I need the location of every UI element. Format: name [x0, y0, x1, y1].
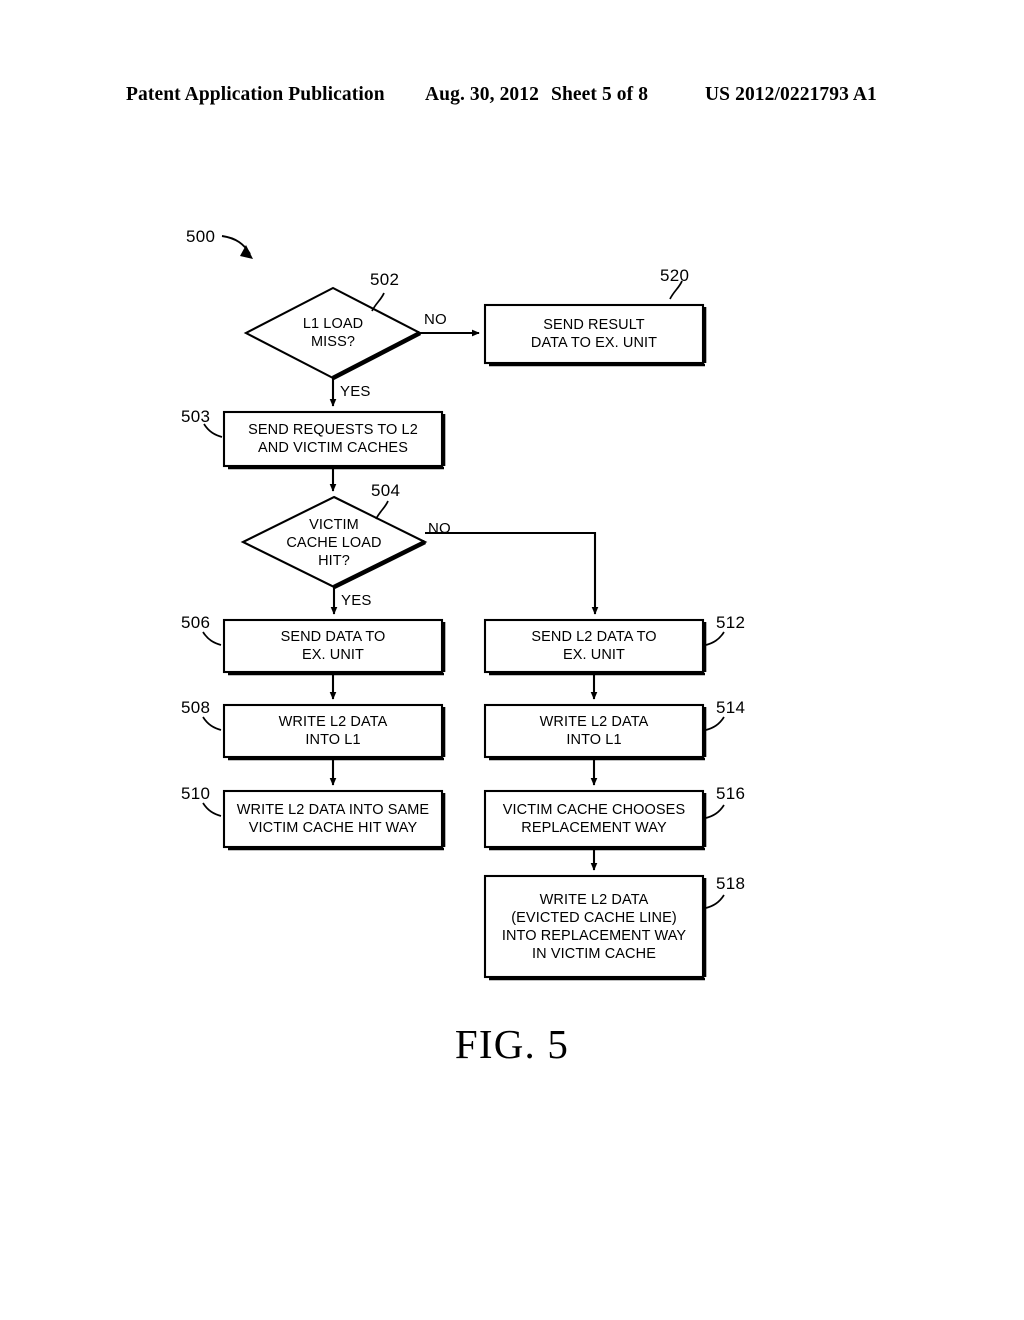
node-508-shape [222, 703, 444, 759]
node-503-shape [222, 410, 444, 468]
ref-numeral-504: 504 [371, 481, 401, 500]
node-512-shadow [489, 622, 707, 676]
ref-numeral-508: 508 [181, 698, 211, 717]
ref-504-leader [375, 500, 389, 520]
node-502-shape [243, 286, 423, 380]
ref-508-leader [202, 716, 222, 731]
ref-518-leader [705, 894, 725, 909]
node-514-shape [483, 703, 705, 759]
ref-numeral-518: 518 [716, 874, 746, 893]
flowchart-vector-layer [202, 235, 725, 981]
edge-label-502-yes: YES [340, 383, 371, 400]
node-512-shape [483, 618, 705, 674]
node-508-shadow [228, 707, 446, 761]
node-518-shadow [489, 878, 707, 981]
edge-label-504-yes: YES [341, 592, 372, 609]
node-504-shadow-edge [332, 539, 427, 590]
edge-label-502-no: NO [424, 311, 447, 328]
ref-numeral-512: 512 [716, 613, 746, 632]
ref-numeral-506: 506 [181, 613, 211, 632]
ref-516-leader [705, 804, 725, 819]
node-502-shadow-edge [331, 330, 422, 381]
node-514-shadow [489, 707, 707, 761]
edge-label-504-no: NO [428, 520, 451, 537]
ref-numeral-503: 503 [181, 407, 211, 426]
ref-numeral-500: 500 [186, 227, 216, 246]
ref-510-leader [202, 802, 222, 817]
node-506-shadow [228, 622, 446, 676]
figure-caption: FIG. 5 [454, 1021, 570, 1067]
ref-500-arrowhead [240, 245, 253, 259]
node-516-shape [483, 789, 705, 849]
node-506-shape [222, 618, 444, 674]
ref-numeral-510: 510 [181, 784, 211, 803]
figure-500-flowchart: L1 LOAD MISS? SEND RESULT DATA TO EX. UN… [0, 0, 1024, 1320]
node-503-shadow [228, 414, 446, 470]
ref-502-leader [371, 292, 385, 312]
ref-numeral-514: 514 [716, 698, 746, 717]
node-510-shadow [228, 793, 446, 851]
ref-506-leader [202, 631, 222, 646]
node-510-shape [222, 789, 444, 849]
ref-numeral-520: 520 [660, 266, 690, 285]
node-504-shape [240, 495, 428, 589]
edge-504-no [425, 531, 599, 615]
ref-numeral-516: 516 [716, 784, 746, 803]
node-520-shadow [489, 307, 707, 367]
ref-512-leader [705, 631, 725, 646]
ref-514-leader [705, 716, 725, 731]
node-518-shape [483, 874, 705, 979]
ref-numeral-502: 502 [370, 270, 400, 289]
node-516-shadow [489, 793, 707, 851]
node-520-shape [483, 303, 705, 365]
